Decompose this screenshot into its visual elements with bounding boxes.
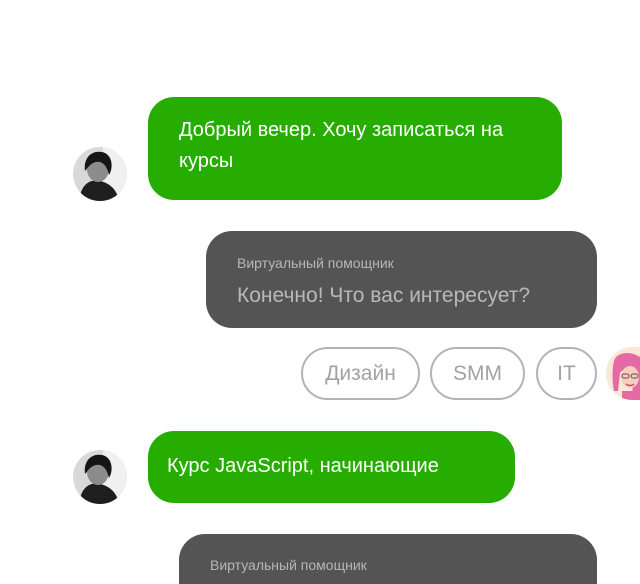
user-avatar-icon [73,147,127,201]
quick-reply-it[interactable]: IT [536,347,597,400]
bot-message-text: Конечно! Что вас интересует? [237,284,530,307]
bot-sender-label: Виртуальный помощник [210,557,367,573]
bot-avatar-icon [612,353,640,400]
user-message-bubble: Курс JavaScript, начинающие [148,431,515,503]
chat-window: Добрый вечер. Хочу записаться на курсы В… [0,0,640,584]
user-message-bubble: Добрый вечер. Хочу записаться на курсы [148,97,562,200]
user-avatar-icon [73,450,127,504]
bot-sender-label: Виртуальный помощник [237,255,394,271]
user-avatar [73,147,127,201]
quick-reply-design[interactable]: Дизайн [301,347,420,400]
quick-reply-smm[interactable]: SMM [430,347,525,400]
user-avatar [73,450,127,504]
bot-message-bubble: Виртуальный помощник [179,534,597,584]
user-message-text: Курс JavaScript, начинающие [167,455,439,477]
bot-avatar [606,347,640,400]
user-message-text: Добрый вечер. Хочу записаться на курсы [179,119,504,172]
bot-message-bubble: Виртуальный помощник Конечно! Что вас ин… [206,231,597,328]
